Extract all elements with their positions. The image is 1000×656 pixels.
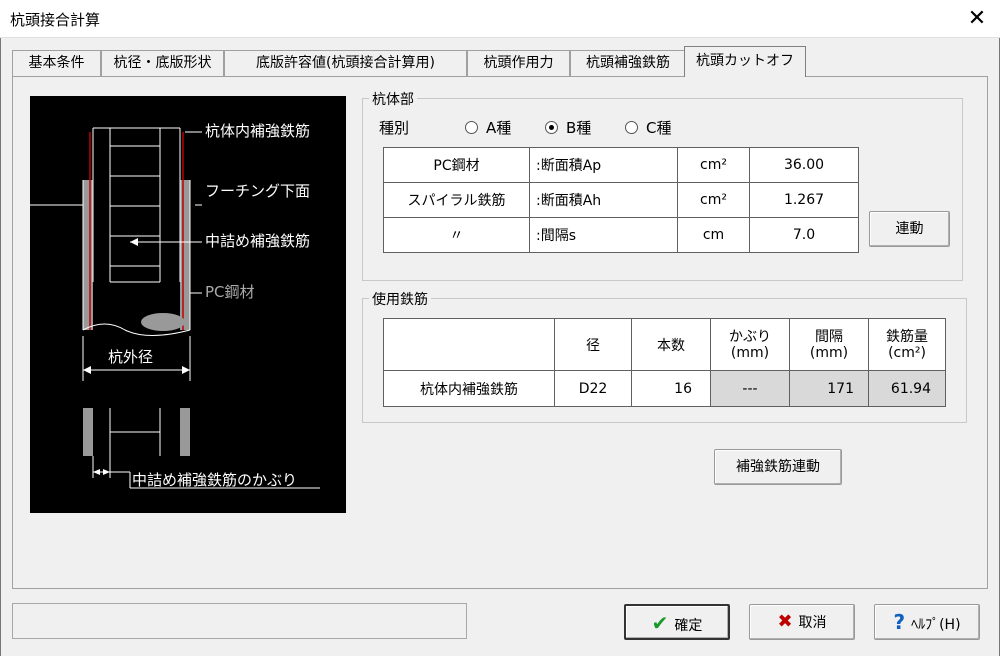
title-bar: 杭頭接合計算 ✕ (0, 0, 1000, 38)
row-desc: :断面積Ap (529, 147, 678, 183)
row-unit: cm (677, 217, 750, 253)
check-icon: ✔ (651, 611, 669, 635)
rebar-link-button[interactable]: 補強鉄筋連動 (714, 449, 842, 485)
row-desc: :断面積Ah (529, 182, 678, 218)
row-name: スパイラル鉄筋 (383, 182, 530, 218)
table-header-row: 径 本数 かぶり (mm) 間隔 (mm) 鉄筋量 (cm²) (383, 318, 946, 371)
radio-type-b[interactable]: B種 (545, 117, 591, 138)
rebar-diameter[interactable]: D22 (554, 370, 632, 407)
tab-basic-conditions[interactable]: 基本条件 (12, 50, 101, 76)
header-cover-unit: (mm) (730, 344, 770, 361)
tab-pile-diameter[interactable]: 杭径・底版形状 (101, 50, 224, 76)
rebar-name: 杭体内補強鉄筋 (383, 370, 555, 407)
value-pc-steel-area[interactable]: 36.00 (749, 147, 859, 183)
help-question-icon: ? (893, 610, 906, 634)
header-spacing: 間隔 (mm) (789, 318, 869, 371)
row-unit: cm² (677, 147, 750, 183)
close-icon[interactable]: ✕ (954, 0, 1000, 38)
tab-pile-force[interactable]: 杭頭作用力 (467, 50, 570, 76)
pile-body-table: PC鋼材 :断面積Ap cm² 36.00 スパイラル鉄筋 :断面積Ah cm²… (383, 147, 859, 253)
label-pile-diameter: 杭外径 (108, 348, 153, 366)
value-spiral-area[interactable]: 1.267 (749, 182, 859, 218)
radio-type-a-label: A種 (486, 119, 512, 137)
label-footing-bottom: フーチング下面 (205, 182, 310, 200)
cancel-button[interactable]: ✖ 取消 (749, 604, 855, 640)
tab-slab-allowable[interactable]: 底版許容値(杭頭接合計算用) (224, 50, 467, 76)
pile-body-group-label: 杭体部 (369, 89, 417, 109)
table-row: スパイラル鉄筋 :断面積Ah cm² 1.267 (383, 182, 859, 218)
header-spacing-unit: (mm) (809, 344, 849, 361)
status-bar (12, 603, 467, 639)
cancel-x-icon: ✖ (777, 611, 793, 632)
header-amount-label: 鉄筋量 (886, 328, 928, 345)
label-filler-cover: 中詰め補強鉄筋のかぶり (132, 471, 297, 489)
radio-type-b-label: B種 (566, 119, 592, 137)
window-title: 杭頭接合計算 (10, 11, 101, 29)
rebar-cover: --- (710, 370, 790, 407)
help-button[interactable]: ? ﾍﾙﾌﾟ(H) (874, 604, 980, 640)
type-label: 種別 (379, 119, 410, 137)
header-cover-label: かぶり (729, 328, 771, 345)
header-count: 本数 (631, 318, 711, 371)
header-amount: 鉄筋量 (cm²) (868, 318, 946, 371)
table-row: 〃 :間隔s cm 7.0 (383, 217, 859, 253)
window-border-left (0, 38, 1, 656)
tab-head-rebar[interactable]: 杭頭補強鉄筋 (570, 50, 686, 76)
radio-type-c-label: C種 (646, 119, 672, 137)
header-diameter: 径 (554, 318, 632, 371)
cancel-label: 取消 (798, 615, 827, 631)
rebar-spacing: 171 (789, 370, 869, 407)
radio-circle-icon (465, 121, 478, 134)
label-inner-rebar: 杭体内補強鉄筋 (205, 122, 310, 140)
ok-button[interactable]: ✔ 確定 (624, 604, 730, 640)
pile-head-diagram: 杭体内補強鉄筋 フーチング下面 中詰め補強鉄筋 PC鋼材 杭外径 中詰め補強鉄筋… (30, 96, 346, 513)
radio-checked-icon (545, 121, 558, 134)
row-unit: cm² (677, 182, 750, 218)
row-name: PC鋼材 (383, 147, 530, 183)
label-pc-steel: PC鋼材 (205, 283, 255, 301)
value-spiral-spacing[interactable]: 7.0 (749, 217, 859, 253)
label-filler-rebar: 中詰め補強鉄筋 (205, 232, 310, 250)
header-spacing-label: 間隔 (815, 328, 843, 345)
radio-circle-icon (625, 121, 638, 134)
tab-head-cutoff[interactable]: 杭頭カットオフ (684, 46, 806, 77)
link-button[interactable]: 連動 (869, 211, 950, 247)
row-name: 〃 (383, 217, 530, 253)
rebar-table: 径 本数 かぶり (mm) 間隔 (mm) 鉄筋量 (cm²) 杭体内補強鉄筋 D22… (383, 318, 946, 407)
header-blank (383, 318, 555, 371)
ok-label: 確定 (674, 618, 703, 634)
help-label: ﾍﾙﾌﾟ(H) (911, 617, 961, 633)
header-amount-unit: (cm²) (888, 344, 926, 361)
row-desc: :間隔s (529, 217, 678, 253)
rebar-group-label: 使用鉄筋 (369, 289, 431, 309)
table-row: PC鋼材 :断面積Ap cm² 36.00 (383, 147, 859, 183)
radio-type-c[interactable]: C種 (625, 117, 671, 138)
rebar-count[interactable]: 16 (631, 370, 711, 407)
table-row: 杭体内補強鉄筋 D22 16 --- 171 61.94 (383, 370, 946, 407)
rebar-amount: 61.94 (868, 370, 946, 407)
radio-type-a[interactable]: A種 (465, 117, 511, 138)
header-cover: かぶり (mm) (710, 318, 790, 371)
